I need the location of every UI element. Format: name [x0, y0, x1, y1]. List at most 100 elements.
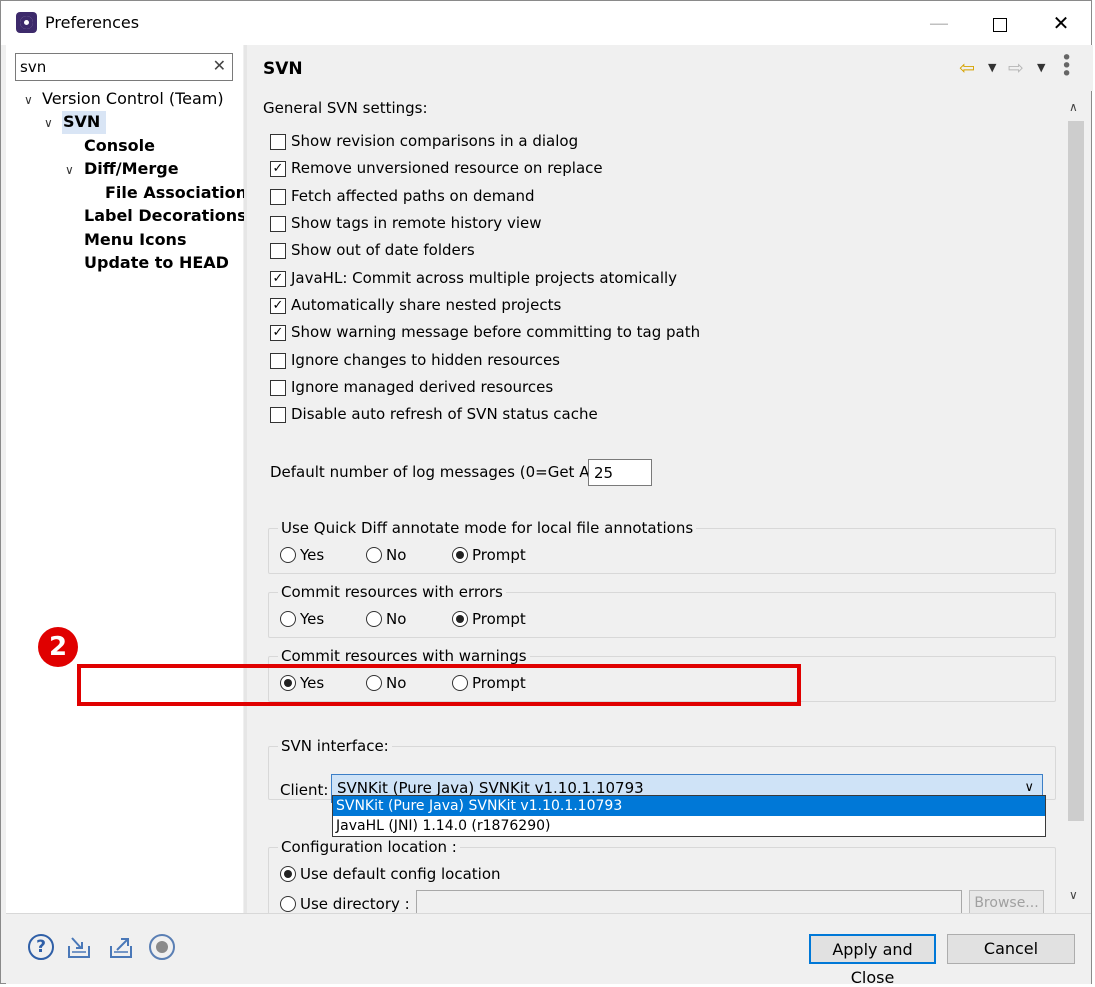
tree-item-console[interactable]: Console — [84, 136, 155, 155]
client-label: Client: — [280, 781, 329, 799]
group-title: Use Quick Diff annotate mode for local f… — [278, 519, 697, 537]
general-settings-label: General SVN settings: — [263, 99, 428, 117]
dropdown-option[interactable]: JavaHL (JNI) 1.14.0 (r1876290) — [333, 816, 1045, 836]
checkbox-box[interactable] — [270, 134, 286, 150]
checkbox-box[interactable] — [270, 380, 286, 396]
annotation-step-badge: 2 — [38, 627, 78, 667]
vertical-scrollbar[interactable]: ∧ ∨ — [1065, 91, 1087, 913]
browse-button[interactable]: Browse... — [969, 890, 1044, 913]
dropdown-option[interactable]: SVNKit (Pure Java) SVNKit v1.10.1.10793 — [333, 796, 1045, 816]
help-icon[interactable]: ? — [28, 934, 54, 960]
checkbox-box[interactable]: ✓ — [270, 298, 286, 314]
checkbox-box[interactable] — [270, 243, 286, 259]
tree-item-label: Update to HEAD — [84, 253, 229, 272]
tree-item-file-associations[interactable]: File Associations — [105, 183, 257, 202]
scrollbar-thumb[interactable] — [1068, 121, 1084, 821]
title-bar: Preferences — ✕ — [1, 1, 1091, 45]
checkbox-label: JavaHL: Commit across multiple projects … — [291, 269, 678, 287]
checkbox-label: Show tags in remote history view — [291, 214, 542, 232]
checkbox-label: Fetch affected paths on demand — [291, 187, 535, 205]
svn-settings-content: General SVN settings: Show revision comp… — [247, 91, 1065, 913]
annotation-highlight-box — [77, 664, 801, 706]
record-icon[interactable] — [149, 934, 175, 960]
radio-label: Yes — [300, 610, 325, 628]
checkbox-box[interactable] — [270, 189, 286, 205]
page-header: SVN ⇦ ▼ ⇨ ▼ • • • — [247, 45, 1093, 91]
tree-item-label: Version Control (Team) — [42, 89, 224, 108]
import-icon[interactable] — [66, 934, 92, 960]
checkbox-box[interactable] — [270, 216, 286, 232]
radio-label: Prompt — [472, 546, 526, 564]
tree-item-label-decorations[interactable]: Label Decorations — [84, 206, 247, 225]
tree-item-label: Console — [84, 136, 155, 155]
filter-box: ✕ — [15, 53, 233, 81]
eclipse-icon — [16, 12, 37, 33]
checkbox-label: Ignore changes to hidden resources — [291, 351, 560, 369]
preferences-tree-pane: ✕ ∨ Version Control (Team) ∨ SVN Console… — [6, 45, 257, 913]
tree-item-update-to-head[interactable]: Update to HEAD — [84, 253, 229, 272]
view-menu-icon[interactable]: • • • — [1061, 49, 1072, 84]
cancel-button[interactable]: Cancel — [947, 934, 1075, 964]
close-button[interactable]: ✕ — [1038, 1, 1084, 45]
chevron-down-icon[interactable]: ∨ — [24, 93, 33, 107]
maximize-icon — [993, 17, 1007, 32]
radio-circle[interactable] — [280, 866, 296, 882]
chevron-down-icon[interactable]: ∨ — [44, 116, 53, 130]
chevron-down-icon[interactable]: ∨ — [65, 163, 74, 177]
radio-circle[interactable] — [366, 611, 382, 627]
group-title: Configuration location : — [278, 838, 460, 856]
window-title: Preferences — [45, 13, 140, 32]
checkbox-label: Show revision comparisons in a dialog — [291, 132, 579, 150]
radio-circle[interactable] — [280, 611, 296, 627]
radio-label: Prompt — [472, 610, 526, 628]
chevron-down-icon[interactable]: ∨ — [1024, 780, 1034, 795]
tree-item-label: File Associations — [105, 183, 257, 202]
tree-item-label: Label Decorations — [84, 206, 247, 225]
checkbox-label: Automatically share nested projects — [291, 296, 562, 314]
tree-item-menu-icons[interactable]: Menu Icons — [84, 230, 186, 249]
radio-circle[interactable] — [280, 547, 296, 563]
checkbox-label: Remove unversioned resource on replace — [291, 159, 603, 177]
radio-label: No — [386, 546, 407, 564]
group-title: Commit resources with errors — [278, 583, 506, 601]
scroll-down-icon[interactable]: ∨ — [1069, 888, 1078, 902]
scroll-up-icon[interactable]: ∧ — [1069, 100, 1078, 114]
forward-arrow-icon[interactable]: ⇨ — [1008, 57, 1024, 79]
checkbox-box[interactable]: ✓ — [270, 161, 286, 177]
radio-circle[interactable] — [366, 547, 382, 563]
log-messages-label: Default number of log messages (0=Get Al… — [270, 463, 604, 481]
back-dropdown-icon[interactable]: ▼ — [988, 61, 996, 74]
clear-icon[interactable]: ✕ — [213, 56, 226, 75]
tree-item-label: SVN — [63, 112, 101, 131]
checkbox-label: Ignore managed derived resources — [291, 378, 554, 396]
group-title: Commit resources with warnings — [278, 647, 530, 665]
radio-label: Yes — [300, 546, 325, 564]
filter-input[interactable] — [20, 57, 200, 77]
log-messages-input[interactable] — [588, 459, 652, 486]
checkbox-label: Show out of date folders — [291, 241, 475, 259]
radio-circle[interactable] — [452, 547, 468, 563]
radio-circle[interactable] — [280, 896, 296, 912]
apply-and-close-button[interactable]: Apply and Close — [809, 934, 936, 987]
maximize-button[interactable] — [977, 1, 1023, 45]
forward-dropdown-icon[interactable]: ▼ — [1037, 61, 1045, 74]
radio-label: Use directory : — [300, 895, 410, 913]
quick-diff-group: Use Quick Diff annotate mode for local f… — [268, 519, 1056, 574]
checkbox-box[interactable]: ✓ — [270, 325, 286, 341]
configuration-location-group: Configuration location : Use default con… — [268, 838, 1056, 913]
checkbox-box[interactable]: ✓ — [270, 271, 286, 287]
back-arrow-icon[interactable]: ⇦ — [959, 57, 975, 79]
client-dropdown-list: SVNKit (Pure Java) SVNKit v1.10.1.10793 … — [332, 795, 1046, 837]
export-icon[interactable] — [108, 934, 134, 960]
checkbox-box[interactable] — [270, 353, 286, 369]
svn-interface-group: SVN interface: Client: SVNKit (Pure Java… — [268, 737, 1056, 803]
commit-errors-group: Commit resources with errors Yes No Prom… — [268, 583, 1056, 638]
checkbox-box[interactable] — [270, 407, 286, 423]
directory-input[interactable] — [416, 890, 962, 913]
group-title: SVN interface: — [278, 737, 392, 755]
radio-circle[interactable] — [452, 611, 468, 627]
minimize-button[interactable]: — — [916, 1, 962, 45]
radio-label: No — [386, 610, 407, 628]
tree-item-label: Menu Icons — [84, 230, 187, 249]
page-title: SVN — [263, 59, 303, 79]
